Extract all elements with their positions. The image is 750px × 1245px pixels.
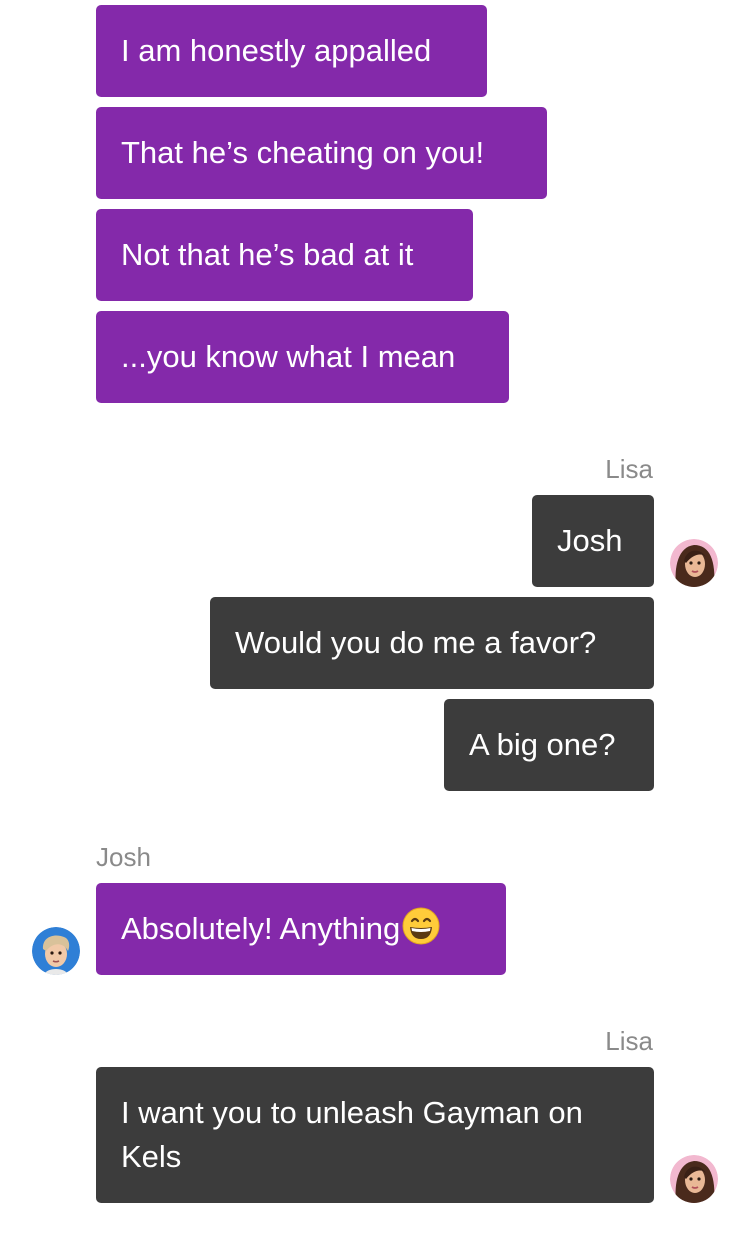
message-bubble[interactable]: Would you do me a favor? xyxy=(210,597,654,689)
message-bubble[interactable]: I am honestly appalled xyxy=(96,5,487,97)
message-text: Not that he’s bad at it xyxy=(121,237,414,272)
message-text: I am honestly appalled xyxy=(121,33,432,68)
message-text: Josh xyxy=(557,523,623,558)
message-text: I want you to unleash Gayman on Kels xyxy=(121,1095,583,1174)
message-text: Would you do me a favor? xyxy=(235,625,597,660)
sender-name-josh: Josh xyxy=(96,842,151,872)
message-text: Absolutely! Anything xyxy=(121,911,401,946)
message-bubble[interactable]: ...you know what I mean xyxy=(96,311,509,403)
message-bubble[interactable]: Not that he’s bad at it xyxy=(96,209,473,301)
message-bubble[interactable]: Josh xyxy=(532,495,654,587)
message-text: ...you know what I mean xyxy=(121,339,456,374)
message-text: A big one? xyxy=(469,727,616,762)
message-bubble[interactable]: That he’s cheating on you! xyxy=(96,107,547,199)
message-bubble[interactable]: Absolutely! Anything xyxy=(96,883,506,975)
sender-name-lisa: Lisa xyxy=(605,1026,653,1056)
lisa-avatar-icon[interactable] xyxy=(670,1155,718,1203)
josh-avatar-icon[interactable] xyxy=(32,927,80,975)
message-bubble[interactable]: A big one? xyxy=(444,699,654,791)
sender-name-lisa: Lisa xyxy=(605,454,653,484)
chat-screen: I am honestly appalled That he’s cheatin… xyxy=(0,0,750,1245)
grinning-face-emoji-icon xyxy=(402,907,440,957)
message-text: That he’s cheating on you! xyxy=(121,135,485,170)
lisa-avatar-icon[interactable] xyxy=(670,539,718,587)
message-bubble[interactable]: I want you to unleash Gayman on Kels xyxy=(96,1067,654,1203)
